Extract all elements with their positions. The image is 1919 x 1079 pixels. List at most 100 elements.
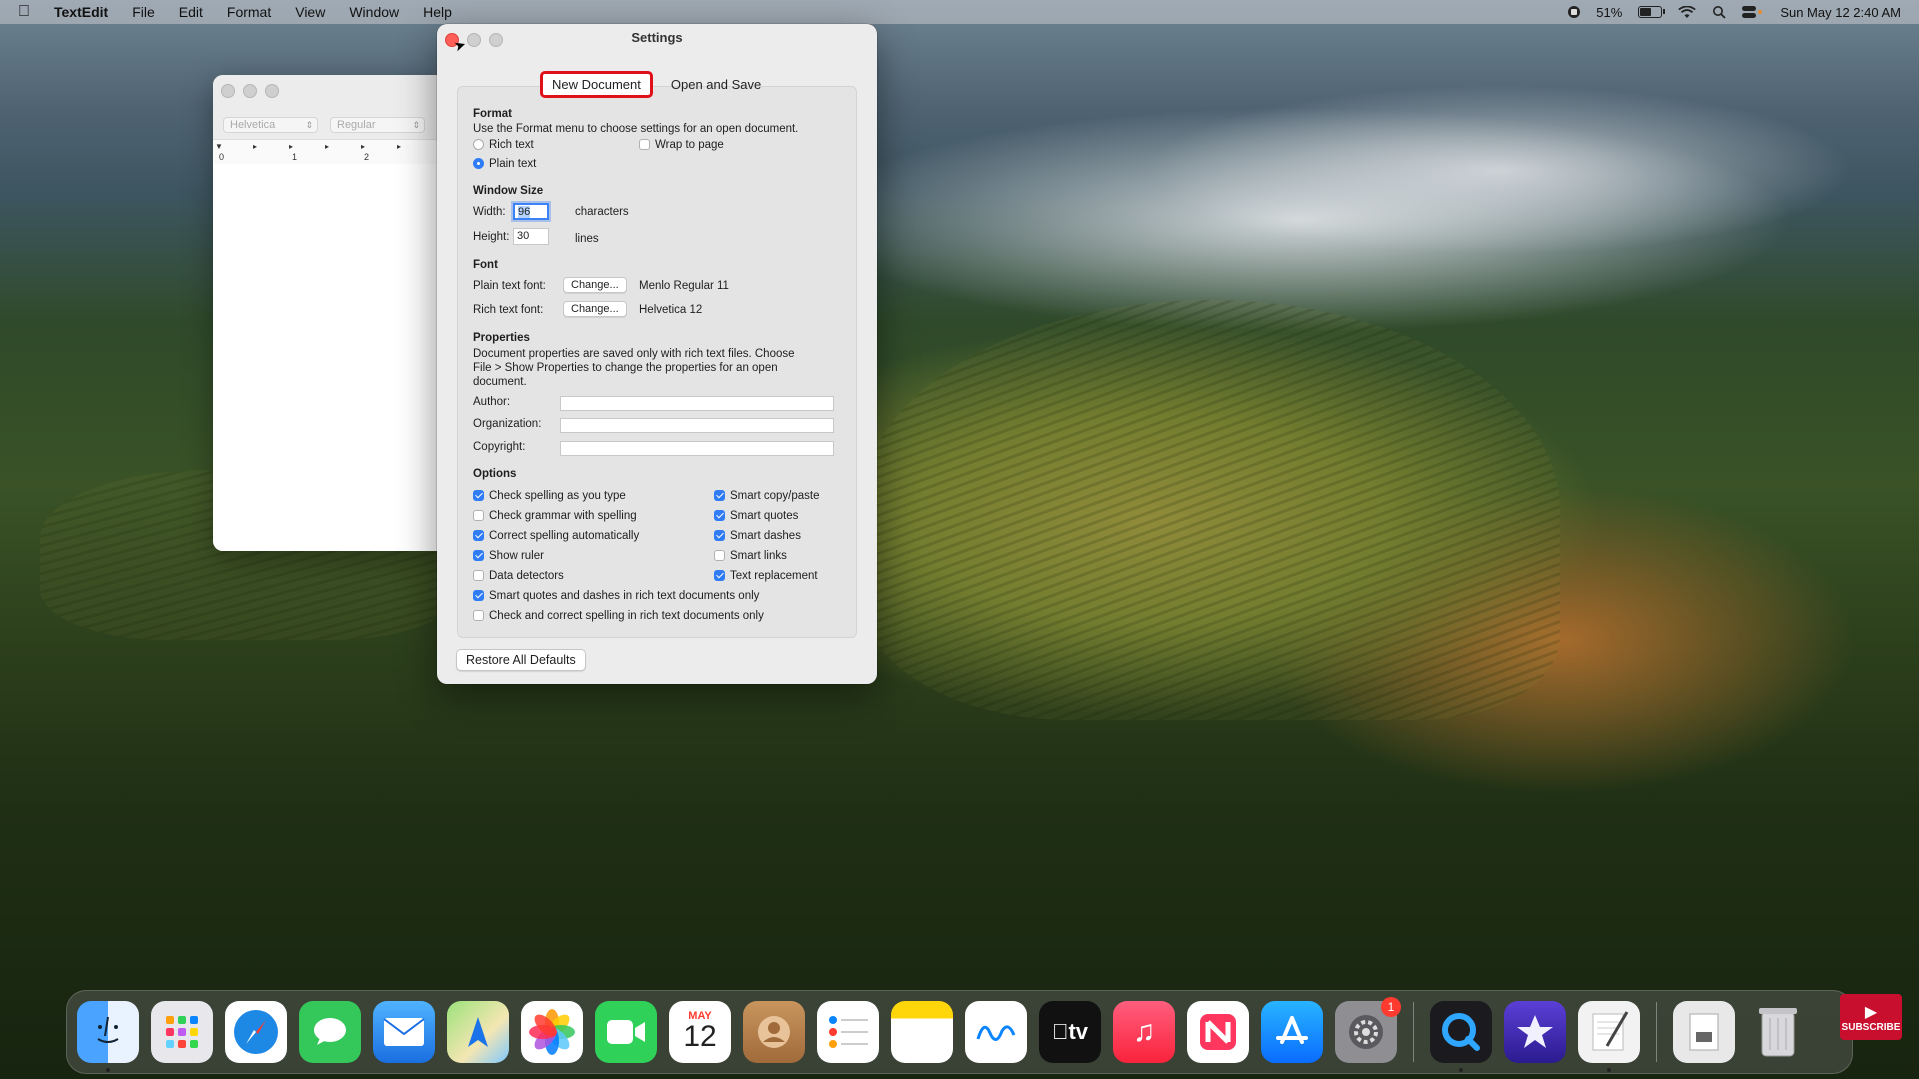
- doc-minimize-button[interactable]: [243, 84, 257, 98]
- app-store-icon[interactable]: [1261, 1001, 1323, 1063]
- search-icon[interactable]: [1712, 5, 1726, 19]
- tab-open-and-save[interactable]: Open and Save: [661, 73, 771, 96]
- settings-window[interactable]: ➤ Settings New Document Open and Save Fo…: [437, 24, 877, 684]
- rich-font-change-button[interactable]: Change...: [563, 301, 627, 317]
- option-check-spelling[interactable]: Check spelling as you type: [473, 490, 626, 502]
- option-smart-dashes[interactable]: Smart dashes: [714, 530, 801, 542]
- ruler-tab-stop-icon[interactable]: ▼: [215, 142, 223, 151]
- option-check-grammar[interactable]: Check grammar with spelling: [473, 510, 637, 522]
- width-value: 96: [518, 206, 531, 218]
- plain-font-label: Plain text font:: [473, 280, 546, 292]
- textedit-document-window[interactable]: Helvetica Regular ▼ ▸ ▸ ▸ ▸ ▸ 0 1 2: [213, 75, 438, 551]
- option-data-detectors[interactable]: Data detectors: [473, 570, 564, 582]
- rich-text-radio[interactable]: Rich text: [473, 139, 534, 151]
- ruler-tab-stop-icon[interactable]: ▸: [397, 142, 401, 151]
- launchpad-icon[interactable]: [151, 1001, 213, 1063]
- running-indicator: [1607, 1068, 1611, 1072]
- play-icon: ▶: [1864, 1003, 1878, 1021]
- wrap-to-page-checkbox[interactable]: Wrap to page: [639, 139, 724, 151]
- apple-tv-icon[interactable]: tv: [1039, 1001, 1101, 1063]
- font-family-popup[interactable]: Helvetica: [223, 117, 318, 133]
- screen-record-icon[interactable]: [1568, 6, 1581, 18]
- music-icon[interactable]: ♫: [1113, 1001, 1175, 1063]
- ruler-tab-stop-icon[interactable]: ▸: [325, 142, 329, 151]
- new-document-panel: Format Use the Format menu to choose set…: [457, 86, 857, 638]
- plain-font-change-button[interactable]: Change...: [563, 277, 627, 293]
- quicktime-icon[interactable]: [1430, 1001, 1492, 1072]
- control-center-icon[interactable]: [1742, 5, 1764, 19]
- settings-titlebar[interactable]: ➤ Settings: [437, 24, 877, 54]
- option-show-ruler[interactable]: Show ruler: [473, 550, 544, 562]
- option-text-replacement[interactable]: Text replacement: [714, 570, 818, 582]
- finder-icon[interactable]: [77, 1001, 139, 1072]
- menu-file[interactable]: File: [132, 4, 155, 20]
- rich-text-label: Rich text: [489, 139, 534, 151]
- options-heading: Options: [473, 468, 517, 480]
- facetime-icon[interactable]: [595, 1001, 657, 1063]
- document-text-area[interactable]: [213, 164, 438, 551]
- system-settings-icon[interactable]: 1: [1335, 997, 1401, 1063]
- format-heading: Format: [473, 108, 512, 120]
- tab-new-document[interactable]: New Document: [540, 71, 653, 98]
- checkbox-checked-icon: [473, 550, 484, 561]
- calendar-icon[interactable]: MAY 12: [669, 1001, 731, 1063]
- reminders-icon[interactable]: [817, 1001, 879, 1063]
- wallpaper-vineyard: [860, 300, 1560, 720]
- doc-zoom-button[interactable]: [265, 84, 279, 98]
- ruler-number: 1: [292, 152, 298, 162]
- ruler-number: 2: [364, 152, 370, 162]
- maps-icon[interactable]: [447, 1001, 509, 1063]
- height-field[interactable]: 30: [513, 228, 549, 245]
- doc-close-button[interactable]: [221, 84, 235, 98]
- plain-text-radio[interactable]: Plain text: [473, 158, 536, 170]
- menu-window[interactable]: Window: [349, 4, 399, 20]
- running-indicator: [1459, 1068, 1463, 1072]
- notes-icon[interactable]: [891, 1001, 953, 1063]
- messages-icon[interactable]: [299, 1001, 361, 1063]
- mail-icon[interactable]: [373, 1001, 435, 1063]
- ruler-tab-stop-icon[interactable]: ▸: [361, 142, 365, 151]
- doc-titlebar[interactable]: [213, 75, 438, 111]
- option-smart-quotes[interactable]: Smart quotes: [714, 510, 798, 522]
- copyright-label: Copyright:: [473, 441, 526, 453]
- properties-heading: Properties: [473, 332, 530, 344]
- safari-icon[interactable]: [225, 1001, 287, 1063]
- imovie-icon[interactable]: [1504, 1001, 1566, 1063]
- menu-format[interactable]: Format: [227, 4, 271, 20]
- font-style-popup[interactable]: Regular: [330, 117, 425, 133]
- trash-icon[interactable]: [1747, 1001, 1809, 1063]
- option-smart-links[interactable]: Smart links: [714, 550, 787, 562]
- wifi-icon[interactable]: [1678, 5, 1697, 19]
- battery-icon[interactable]: [1638, 6, 1666, 18]
- menu-help[interactable]: Help: [423, 4, 452, 20]
- freeform-icon[interactable]: [965, 1001, 1027, 1063]
- dock: MAY 12 tv ♫ 1: [66, 990, 1853, 1074]
- textedit-icon[interactable]: [1578, 1001, 1640, 1072]
- restore-all-defaults-button[interactable]: Restore All Defaults: [456, 649, 586, 671]
- option-rich-spelling[interactable]: Check and correct spelling in rich text …: [473, 610, 764, 622]
- menu-view[interactable]: View: [295, 4, 325, 20]
- downloads-folder-icon[interactable]: [1673, 1001, 1735, 1063]
- ruler-tab-stop-icon[interactable]: ▸: [289, 142, 293, 151]
- menu-clock[interactable]: Sun May 12 2:40 AM: [1780, 5, 1901, 20]
- photos-icon[interactable]: [521, 1001, 583, 1063]
- plain-font-value: Menlo Regular 11: [639, 280, 729, 292]
- option-smart-copy-paste[interactable]: Smart copy/paste: [714, 490, 819, 502]
- author-field[interactable]: [560, 396, 834, 411]
- apple-menu-icon[interactable]: : [18, 3, 40, 21]
- menu-bar:  TextEdit File Edit Format View Window …: [0, 0, 1919, 24]
- ruler[interactable]: ▼ ▸ ▸ ▸ ▸ ▸ 0 1 2: [213, 140, 438, 165]
- contacts-icon[interactable]: [743, 1001, 805, 1063]
- option-label: Check spelling as you type: [489, 490, 626, 502]
- width-field[interactable]: 96: [513, 203, 549, 220]
- radio-on-icon: [473, 158, 484, 169]
- news-icon[interactable]: [1187, 1001, 1249, 1063]
- ruler-tab-stop-icon[interactable]: ▸: [253, 142, 257, 151]
- properties-description-line1: Document properties are saved only with …: [473, 348, 795, 360]
- option-rich-smart-quotes[interactable]: Smart quotes and dashes in rich text doc…: [473, 590, 759, 602]
- option-correct-spelling[interactable]: Correct spelling automatically: [473, 530, 639, 542]
- menu-edit[interactable]: Edit: [179, 4, 203, 20]
- menu-app-name[interactable]: TextEdit: [54, 4, 108, 20]
- copyright-field[interactable]: [560, 441, 834, 456]
- organization-field[interactable]: [560, 418, 834, 433]
